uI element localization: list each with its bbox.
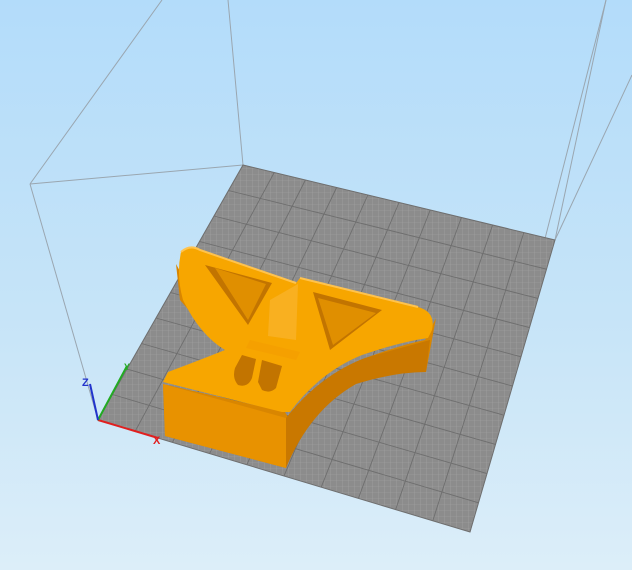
z-axis-line: [89, 383, 99, 421]
y-axis-label: Y: [124, 362, 130, 372]
z-axis-label: Z: [82, 377, 89, 389]
x-axis-label: X: [153, 435, 161, 447]
3d-viewport[interactable]: X Y Z: [0, 0, 632, 570]
